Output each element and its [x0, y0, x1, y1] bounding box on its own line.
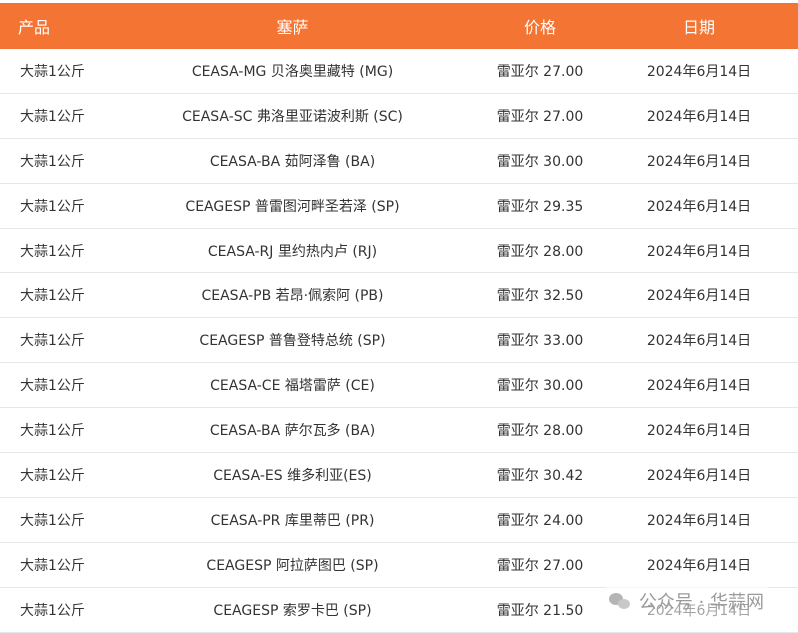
cell-date: 2024年6月14日	[646, 198, 752, 215]
cell-date: 2024年6月14日	[646, 288, 752, 305]
cell-product: 大蒜1公斤	[20, 153, 85, 170]
table-row: 大蒜1公斤 CEASA-MG 贝洛奥里藏特 (MG) 雷亚尔 27.00 202…	[0, 49, 798, 94]
cell-date: 2024年6月14日	[646, 153, 752, 170]
cell-price: 雷亚尔 33.00	[496, 333, 584, 350]
cell-ceasa: CEASA-BA 茹阿泽鲁 (BA)	[209, 153, 376, 170]
cell-price: 雷亚尔 32.50	[496, 288, 584, 305]
cell-date: 2024年6月14日	[646, 378, 752, 395]
cell-date: 2024年6月14日	[646, 467, 752, 484]
cell-ceasa: CEAGESP 阿拉萨图巴 (SP)	[206, 557, 379, 574]
cell-ceasa: CEAGESP 普雷图河畔圣若泽 (SP)	[185, 198, 400, 215]
header-product: 产品	[18, 18, 51, 37]
cell-date: 2024年6月14日	[646, 512, 752, 529]
table-row: 大蒜1公斤 CEASA-CE 福塔雷萨 (CE) 雷亚尔 30.00 2024年…	[0, 363, 798, 409]
cell-price: 雷亚尔 21.50	[496, 602, 584, 619]
cell-ceasa: CEASA-MG 贝洛奥里藏特 (MG)	[191, 63, 394, 80]
cell-price: 雷亚尔 28.00	[496, 243, 584, 260]
cell-product: 大蒜1公斤	[20, 63, 85, 80]
cell-product: 大蒜1公斤	[20, 288, 85, 305]
cell-ceasa: CEAGESP 索罗卡巴 (SP)	[213, 602, 372, 619]
cell-ceasa: CEASA-ES 维多利亚(ES)	[213, 467, 372, 484]
cell-date: 2024年6月14日	[646, 423, 752, 440]
cell-ceasa: CEASA-SC 弗洛里亚诺波利斯 (SC)	[182, 108, 403, 125]
header-ceasa: 塞萨	[276, 18, 309, 37]
cell-ceasa: CEASA-PR 库里蒂巴 (PR)	[210, 512, 375, 529]
cell-ceasa: CEASA-RJ 里约热内卢 (RJ)	[207, 243, 378, 260]
cell-price: 雷亚尔 27.00	[496, 108, 584, 125]
cell-price: 雷亚尔 30.42	[496, 467, 584, 484]
cell-product: 大蒜1公斤	[20, 602, 85, 619]
cell-price: 雷亚尔 30.00	[496, 378, 584, 395]
price-table: 产品 塞萨 价格 日期 大蒜1公斤 CEASA-MG 贝洛奥里藏特 (MG) 雷…	[0, 3, 798, 633]
table-row: 大蒜1公斤 CEASA-PR 库里蒂巴 (PR) 雷亚尔 24.00 2024年…	[0, 498, 798, 543]
table-header: 产品 塞萨 价格 日期	[0, 3, 798, 49]
cell-product: 大蒜1公斤	[20, 243, 85, 260]
cell-ceasa: CEASA-BA 萨尔瓦多 (BA)	[209, 423, 376, 440]
cell-product: 大蒜1公斤	[20, 557, 85, 574]
cell-product: 大蒜1公斤	[20, 467, 85, 484]
cell-ceasa: CEASA-CE 福塔雷萨 (CE)	[210, 378, 375, 395]
cell-product: 大蒜1公斤	[20, 378, 85, 395]
cell-date: 2024年6月14日	[646, 333, 752, 350]
cell-ceasa: CEASA-PB 若昂·佩索阿 (PB)	[201, 288, 384, 305]
header-date: 日期	[682, 18, 715, 37]
cell-product: 大蒜1公斤	[20, 108, 85, 125]
header-price: 价格	[523, 18, 556, 37]
cell-product: 大蒜1公斤	[20, 198, 85, 215]
watermark: 公众号 · 华蒜网	[604, 586, 768, 616]
table-row: 大蒜1公斤 CEASA-SC 弗洛里亚诺波利斯 (SC) 雷亚尔 27.00 2…	[0, 94, 798, 139]
cell-price: 雷亚尔 24.00	[496, 512, 584, 529]
table-row: 大蒜1公斤 CEASA-BA 茹阿泽鲁 (BA) 雷亚尔 30.00 2024年…	[0, 139, 798, 184]
cell-date: 2024年6月14日	[646, 108, 752, 125]
cell-date: 2024年6月14日	[646, 557, 752, 574]
table-row: 大蒜1公斤 CEASA-RJ 里约热内卢 (RJ) 雷亚尔 28.00 2024…	[0, 229, 798, 274]
table-row: 大蒜1公斤 CEASA-BA 萨尔瓦多 (BA) 雷亚尔 28.00 2024年…	[0, 408, 798, 454]
cell-product: 大蒜1公斤	[20, 333, 85, 350]
cell-price: 雷亚尔 28.00	[496, 423, 584, 440]
cell-price: 雷亚尔 29.35	[496, 198, 584, 215]
table-row: 大蒜1公斤 CEASA-ES 维多利亚(ES) 雷亚尔 30.42 2024年6…	[0, 453, 798, 498]
watermark-text: 公众号 · 华蒜网	[638, 592, 764, 613]
cell-date: 2024年6月14日	[646, 63, 752, 80]
cell-ceasa: CEAGESP 普鲁登特总统 (SP)	[199, 333, 386, 350]
wechat-icon	[608, 592, 631, 610]
table-row: 大蒜1公斤 CEAGESP 普雷图河畔圣若泽 (SP) 雷亚尔 29.35 20…	[0, 184, 798, 229]
cell-product: 大蒜1公斤	[20, 512, 85, 529]
cell-price: 雷亚尔 30.00	[496, 153, 584, 170]
table-row: 大蒜1公斤 CEAGESP 阿拉萨图巴 (SP) 雷亚尔 27.00 2024年…	[0, 543, 798, 588]
cell-product: 大蒜1公斤	[20, 423, 85, 440]
cell-price: 雷亚尔 27.00	[496, 63, 584, 80]
table-row: 大蒜1公斤 CEAGESP 普鲁登特总统 (SP) 雷亚尔 33.00 2024…	[0, 318, 798, 364]
cell-date: 2024年6月14日	[646, 243, 752, 260]
cell-price: 雷亚尔 27.00	[496, 557, 584, 574]
table-row: 大蒜1公斤 CEASA-PB 若昂·佩索阿 (PB) 雷亚尔 32.50 202…	[0, 273, 798, 319]
